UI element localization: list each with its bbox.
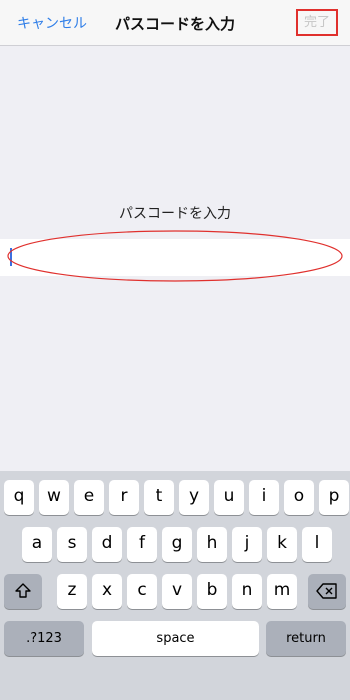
key-j[interactable]: j xyxy=(232,527,262,562)
navigation-bar: キャンセル パスコードを入力 完了 xyxy=(0,0,350,46)
key-a[interactable]: a xyxy=(22,527,52,562)
key-o[interactable]: o xyxy=(284,480,314,515)
key-b[interactable]: b xyxy=(197,574,227,609)
key-s[interactable]: s xyxy=(57,527,87,562)
backspace-key[interactable] xyxy=(308,574,346,609)
space-key[interactable]: space xyxy=(92,621,259,656)
key-w[interactable]: w xyxy=(39,480,69,515)
key-u[interactable]: u xyxy=(214,480,244,515)
space-key-label: space xyxy=(156,631,195,646)
key-l[interactable]: l xyxy=(302,527,332,562)
backspace-icon xyxy=(316,583,337,599)
key-e[interactable]: e xyxy=(74,480,104,515)
passcode-prompt: パスコードを入力 xyxy=(119,206,231,222)
key-t[interactable]: t xyxy=(144,480,174,515)
key-m[interactable]: m xyxy=(267,574,297,609)
key-q[interactable]: q xyxy=(4,480,34,515)
shift-key[interactable] xyxy=(4,574,42,609)
key-h[interactable]: h xyxy=(197,527,227,562)
key-k[interactable]: k xyxy=(267,527,297,562)
key-n[interactable]: n xyxy=(232,574,262,609)
key-c[interactable]: c xyxy=(127,574,157,609)
return-key-label: return xyxy=(286,631,326,646)
key-x[interactable]: x xyxy=(92,574,122,609)
key-y[interactable]: y xyxy=(179,480,209,515)
key-i[interactable]: i xyxy=(249,480,279,515)
key-z[interactable]: z xyxy=(57,574,87,609)
text-cursor xyxy=(10,248,12,266)
shift-icon xyxy=(15,583,31,598)
keyboard: q w e r t y u i o p a s d f g h j k l z … xyxy=(0,471,350,700)
passcode-field[interactable] xyxy=(0,239,350,276)
key-p[interactable]: p xyxy=(319,480,349,515)
key-g[interactable]: g xyxy=(162,527,192,562)
key-f[interactable]: f xyxy=(127,527,157,562)
done-button[interactable]: 完了 xyxy=(296,9,338,36)
key-v[interactable]: v xyxy=(162,574,192,609)
numbers-key-label: .?123 xyxy=(26,631,62,646)
numbers-key[interactable]: .?123 xyxy=(4,621,84,656)
passcode-input[interactable] xyxy=(10,245,344,271)
key-r[interactable]: r xyxy=(109,480,139,515)
return-key[interactable]: return xyxy=(266,621,346,656)
key-d[interactable]: d xyxy=(92,527,122,562)
